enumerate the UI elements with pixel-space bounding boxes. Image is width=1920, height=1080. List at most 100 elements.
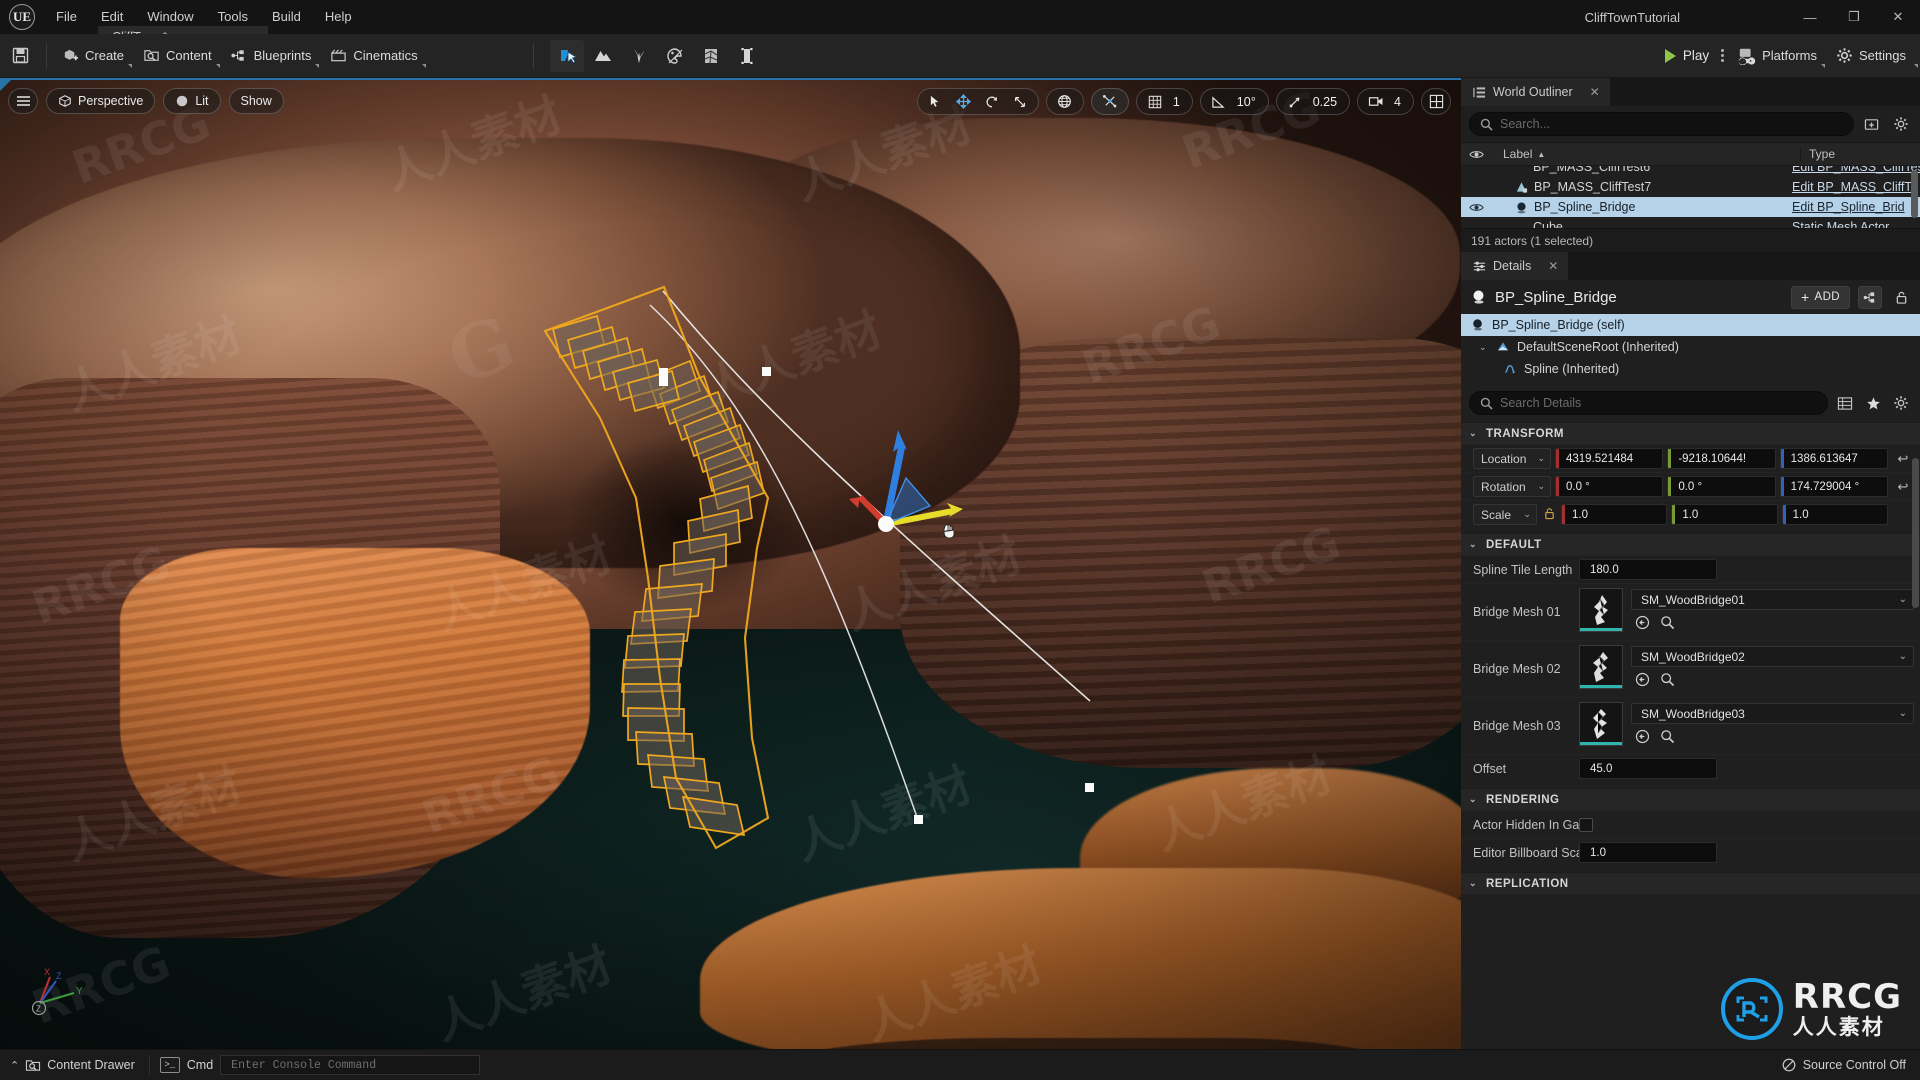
table-row[interactable]: Cube Static Mesh Actor: [1461, 217, 1920, 228]
surface-snap-button[interactable]: [1097, 91, 1123, 113]
scale-x-input[interactable]: 1.0: [1561, 504, 1668, 525]
camera-speed-button[interactable]: [1363, 91, 1389, 113]
browse-to-asset-button[interactable]: [1635, 729, 1650, 749]
rotation-x-input[interactable]: 0.0 °: [1555, 476, 1664, 497]
chevron-down-icon[interactable]: ⌄: [1469, 794, 1479, 805]
table-row[interactable]: BP_MASS_CliffTest7 Edit BP_MASS_CliffT: [1461, 177, 1920, 197]
outliner-settings-button[interactable]: [1890, 113, 1912, 135]
select-tool-button[interactable]: [923, 91, 949, 113]
tab-world-outliner[interactable]: World Outliner ✕: [1461, 78, 1610, 106]
world-coordinate-button[interactable]: [1052, 91, 1078, 113]
component-row-spline[interactable]: Spline (Inherited): [1461, 358, 1920, 380]
table-row-type[interactable]: Edit BP_MASS_CliffTest6: [1792, 166, 1920, 174]
foliage-mode-button[interactable]: [622, 40, 656, 72]
details-search-input[interactable]: Search Details: [1469, 391, 1828, 415]
select-mode-button[interactable]: [549, 39, 584, 72]
open-blueprint-button[interactable]: [1858, 285, 1882, 309]
rotation-mode-dropdown[interactable]: Rotation ⌄: [1473, 476, 1551, 497]
create-button[interactable]: Create: [53, 41, 134, 71]
close-button[interactable]: ✕: [1876, 0, 1920, 34]
grid-snap-button[interactable]: [1142, 91, 1168, 113]
bridge-mesh-01-dropdown[interactable]: SM_WoodBridge01 ⌄: [1631, 589, 1914, 610]
camera-speed-value[interactable]: 4: [1391, 95, 1408, 109]
location-x-input[interactable]: 4319.521484: [1555, 448, 1664, 469]
table-row[interactable]: BP_MASS_CliffTest6 Edit BP_MASS_CliffTes…: [1461, 166, 1920, 177]
minimize-button[interactable]: —: [1788, 0, 1832, 34]
brush-edit-mode-button[interactable]: [730, 40, 764, 72]
grid-snap-value[interactable]: 1: [1170, 95, 1187, 109]
scale-snap-value[interactable]: 0.25: [1310, 95, 1344, 109]
lock-details-button[interactable]: [1890, 286, 1912, 308]
location-z-input[interactable]: 1386.613647: [1779, 448, 1888, 469]
scale-tool-button[interactable]: [1007, 91, 1033, 113]
billboard-scale-input[interactable]: 1.0: [1579, 842, 1717, 863]
section-default-header[interactable]: ⌄ DEFAULT: [1461, 533, 1920, 555]
viewport-lighting-button[interactable]: Lit: [163, 88, 221, 114]
details-scrollbar[interactable]: [1912, 458, 1919, 608]
add-component-button[interactable]: + ADD: [1790, 285, 1850, 309]
bridge-mesh-03-thumbnail[interactable]: [1579, 702, 1623, 746]
table-row-type[interactable]: Edit BP_Spline_Brid: [1792, 200, 1920, 214]
chevron-down-icon[interactable]: ⌄: [1469, 428, 1479, 439]
section-rendering-header[interactable]: ⌄ RENDERING: [1461, 788, 1920, 810]
content-button[interactable]: Content: [134, 41, 222, 71]
content-drawer-button[interactable]: ⌃ Content Drawer: [0, 1050, 149, 1080]
bridge-mesh-02-thumbnail[interactable]: [1579, 645, 1623, 689]
level-viewport[interactable]: Perspective Lit Show 1 10° 0.25 4 X Z Y …: [0, 78, 1461, 1049]
add-folder-button[interactable]: [1861, 113, 1883, 135]
find-asset-button[interactable]: [1660, 672, 1675, 692]
angle-snap-button[interactable]: [1206, 91, 1232, 113]
outliner-column-type[interactable]: Type: [1800, 147, 1920, 161]
outliner-search-input[interactable]: Search...: [1469, 112, 1854, 136]
menu-file[interactable]: File: [44, 4, 89, 30]
scale-lock-icon[interactable]: [1541, 507, 1557, 523]
section-replication-header[interactable]: ⌄ REPLICATION: [1461, 872, 1920, 894]
scale-mode-dropdown[interactable]: Scale ⌄: [1473, 504, 1537, 525]
fracture-mode-button[interactable]: [694, 40, 728, 72]
platforms-button[interactable]: Platforms: [1730, 41, 1827, 71]
viewport-layout-button[interactable]: [1422, 91, 1450, 113]
outliner-scrollbar[interactable]: [1911, 170, 1918, 218]
source-control-label[interactable]: Source Control Off: [1803, 1058, 1906, 1072]
landscape-mode-button[interactable]: [586, 40, 620, 72]
close-icon[interactable]: ✕: [1590, 85, 1600, 99]
restore-button[interactable]: ❐: [1832, 0, 1876, 34]
scale-snap-button[interactable]: [1282, 91, 1308, 113]
platforms-dropdown-caret[interactable]: [1821, 63, 1826, 68]
section-transform-header[interactable]: ⌄ TRANSFORM: [1461, 422, 1920, 444]
settings-button[interactable]: Settings: [1827, 41, 1920, 71]
save-button[interactable]: [0, 34, 40, 78]
cinematics-dropdown-caret[interactable]: [421, 63, 426, 68]
browse-to-asset-button[interactable]: [1635, 672, 1650, 692]
blueprints-button[interactable]: Blueprints: [222, 41, 322, 71]
translate-tool-button[interactable]: [951, 91, 977, 113]
blueprints-dropdown-caret[interactable]: [315, 63, 320, 68]
details-scroll-area[interactable]: ⌄ TRANSFORM Location ⌄ 4319.521484 -9218…: [1461, 422, 1920, 1049]
bridge-mesh-03-dropdown[interactable]: SM_WoodBridge03 ⌄: [1631, 703, 1914, 724]
location-mode-dropdown[interactable]: Location ⌄: [1473, 448, 1551, 469]
play-options-button[interactable]: [1715, 49, 1730, 62]
details-view-options-button[interactable]: [1834, 392, 1856, 414]
chevron-down-icon[interactable]: ⌄: [1469, 878, 1479, 889]
rotation-reset-button[interactable]: ↩: [1892, 479, 1914, 495]
browse-to-asset-button[interactable]: [1635, 615, 1650, 635]
find-asset-button[interactable]: [1660, 729, 1675, 749]
outliner-column-label[interactable]: Label ▲: [1491, 147, 1800, 161]
details-settings-button[interactable]: [1890, 392, 1912, 414]
create-dropdown-caret[interactable]: [128, 63, 133, 68]
spline-tile-length-input[interactable]: 180.0: [1579, 559, 1717, 580]
table-row-type[interactable]: Static Mesh Actor: [1792, 220, 1920, 228]
content-dropdown-caret[interactable]: [215, 63, 220, 68]
bridge-mesh-02-dropdown[interactable]: SM_WoodBridge02 ⌄: [1631, 646, 1914, 667]
location-y-input[interactable]: -9218.10644!: [1667, 448, 1776, 469]
eye-icon[interactable]: [1461, 149, 1491, 160]
angle-snap-value[interactable]: 10°: [1234, 95, 1263, 109]
scale-y-input[interactable]: 1.0: [1671, 504, 1778, 525]
viewport-view-mode-button[interactable]: Perspective: [46, 88, 156, 114]
rotate-tool-button[interactable]: [979, 91, 1005, 113]
row-visibility-toggle[interactable]: [1461, 202, 1491, 213]
actor-hidden-checkbox[interactable]: [1579, 817, 1593, 832]
rotation-y-input[interactable]: 0.0 °: [1667, 476, 1776, 497]
table-row-type[interactable]: Edit BP_MASS_CliffT: [1792, 180, 1920, 194]
offset-input[interactable]: 45.0: [1579, 758, 1717, 779]
